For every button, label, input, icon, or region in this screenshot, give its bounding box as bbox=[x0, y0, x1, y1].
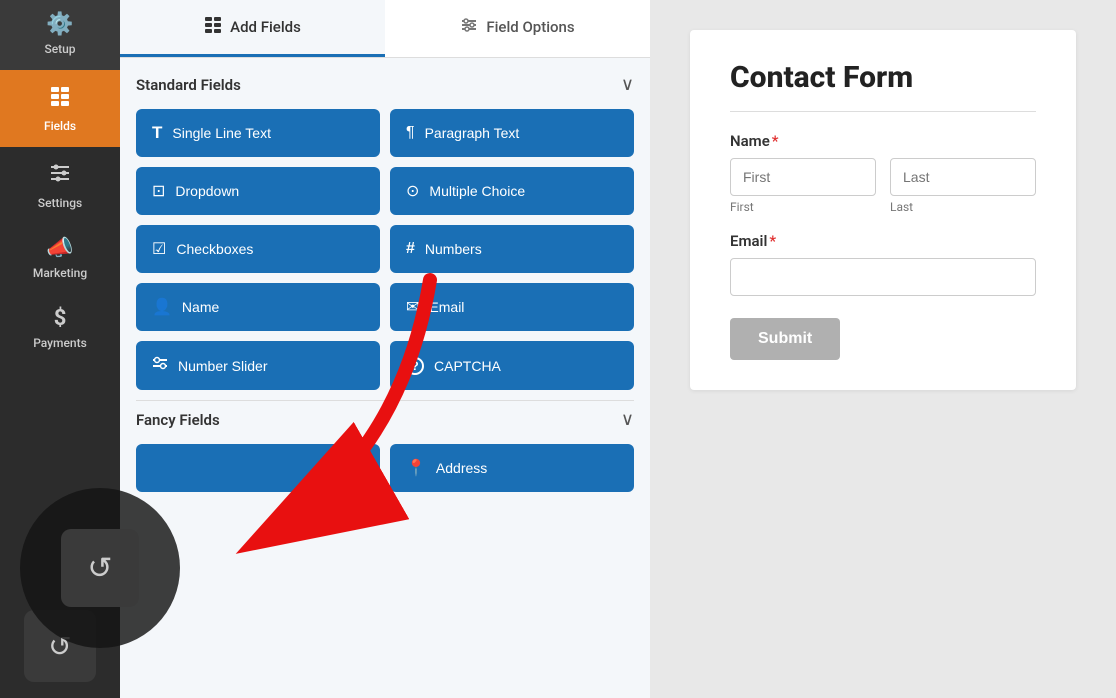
captcha-icon: ? bbox=[406, 357, 424, 375]
tab-field-options-label: Field Options bbox=[486, 18, 574, 36]
last-name-input[interactable] bbox=[890, 158, 1036, 196]
sidebar-item-fields[interactable]: Fields bbox=[0, 70, 120, 147]
field-btn-number-slider-label: Number Slider bbox=[178, 358, 267, 374]
sidebar-label-marketing: Marketing bbox=[33, 266, 87, 280]
field-btn-dropdown[interactable]: ⊡ Dropdown bbox=[136, 167, 380, 215]
form-title: Contact Form bbox=[730, 60, 1036, 95]
field-btn-numbers-label: Numbers bbox=[425, 241, 482, 257]
sidebar-label-payments: Payments bbox=[33, 336, 87, 350]
field-btn-address-label: Address bbox=[436, 460, 487, 476]
first-name-field: First bbox=[730, 158, 876, 214]
standard-fields-header: Standard Fields ∨ bbox=[136, 74, 634, 95]
fancy-fields-title: Fancy Fields bbox=[136, 411, 220, 429]
sidebar-item-payments[interactable]: $ Payments bbox=[0, 294, 120, 364]
address-icon: 📍 bbox=[406, 458, 426, 478]
history-button[interactable]: ↺ bbox=[24, 610, 96, 682]
fancy-fields-chevron[interactable]: ∨ bbox=[621, 409, 634, 430]
first-name-input[interactable] bbox=[730, 158, 876, 196]
sidebar-item-settings[interactable]: Settings bbox=[0, 147, 120, 224]
field-btn-email-label: Email bbox=[429, 299, 464, 315]
fancy-fields-section: Fancy Fields ∨ 📍 Address bbox=[136, 400, 634, 492]
tab-add-fields[interactable]: Add Fields bbox=[120, 0, 385, 57]
field-btn-captcha-label: CAPTCHA bbox=[434, 358, 501, 374]
field-btn-number-slider[interactable]: Number Slider bbox=[136, 341, 380, 390]
name-label: Name* bbox=[730, 132, 1036, 150]
field-btn-dropdown-label: Dropdown bbox=[175, 183, 239, 199]
last-name-field: Last bbox=[890, 158, 1036, 214]
last-sub-label: Last bbox=[890, 200, 1036, 214]
field-btn-address[interactable]: 📍 Address bbox=[390, 444, 634, 492]
tabs-header: Add Fields Field Options bbox=[120, 0, 650, 58]
name-icon: 👤 bbox=[152, 297, 172, 317]
form-card: Contact Form Name* First Last bbox=[690, 30, 1076, 390]
field-btn-single-line-text-label: Single Line Text bbox=[172, 125, 271, 141]
field-btn-checkboxes[interactable]: ☑ Checkboxes bbox=[136, 225, 380, 273]
field-btn-fancy-1[interactable] bbox=[136, 444, 380, 492]
field-btn-numbers[interactable]: # Numbers bbox=[390, 225, 634, 273]
multiple-choice-icon: ⊙ bbox=[406, 181, 419, 201]
email-label: Email* bbox=[730, 232, 1036, 250]
field-btn-single-line-text[interactable]: T Single Line Text bbox=[136, 109, 380, 157]
number-slider-icon bbox=[152, 355, 168, 376]
field-btn-paragraph-text-label: Paragraph Text bbox=[425, 125, 520, 141]
sidebar-bottom: ↺ bbox=[0, 594, 120, 698]
checkboxes-icon: ☑ bbox=[152, 239, 166, 259]
sidebar-label-setup: Setup bbox=[44, 42, 75, 56]
email-icon: ✉ bbox=[406, 297, 419, 317]
sidebar-item-setup[interactable]: ⚙️ Setup bbox=[0, 0, 120, 70]
field-btn-captcha[interactable]: ? CAPTCHA bbox=[390, 341, 634, 390]
panel-body: Standard Fields ∨ T Single Line Text ¶ P… bbox=[120, 58, 650, 698]
paragraph-text-icon: ¶ bbox=[406, 124, 415, 142]
field-btn-checkboxes-label: Checkboxes bbox=[176, 241, 253, 257]
sidebar-label-settings: Settings bbox=[38, 196, 82, 210]
email-input[interactable] bbox=[730, 258, 1036, 296]
right-panel: Contact Form Name* First Last bbox=[650, 0, 1116, 698]
standard-fields-title: Standard Fields bbox=[136, 76, 241, 94]
form-divider bbox=[730, 111, 1036, 112]
field-btn-multiple-choice-label: Multiple Choice bbox=[429, 183, 525, 199]
single-line-text-icon: T bbox=[152, 123, 162, 143]
form-group-email: Email* bbox=[730, 232, 1036, 296]
settings-icon bbox=[48, 161, 72, 190]
numbers-icon: # bbox=[406, 240, 415, 258]
standard-fields-chevron[interactable]: ∨ bbox=[621, 74, 634, 95]
marketing-icon: 📣 bbox=[46, 238, 73, 260]
tab-field-options[interactable]: Field Options bbox=[385, 0, 650, 57]
tab-add-fields-label: Add Fields bbox=[230, 18, 301, 36]
sidebar-label-fields: Fields bbox=[44, 119, 76, 133]
middle-panel: Add Fields Field Options Standard Fields… bbox=[120, 0, 650, 698]
field-btn-name[interactable]: 👤 Name bbox=[136, 283, 380, 331]
fancy-fields-header: Fancy Fields ∨ bbox=[136, 400, 634, 430]
history-icon: ↺ bbox=[48, 630, 71, 663]
field-btn-name-label: Name bbox=[182, 299, 219, 315]
name-required-star: * bbox=[772, 132, 779, 150]
sidebar-item-marketing[interactable]: 📣 Marketing bbox=[0, 224, 120, 294]
field-btn-paragraph-text[interactable]: ¶ Paragraph Text bbox=[390, 109, 634, 157]
fancy-fields-grid: 📍 Address bbox=[136, 444, 634, 492]
standard-fields-grid: T Single Line Text ¶ Paragraph Text ⊡ Dr… bbox=[136, 109, 634, 390]
field-btn-multiple-choice[interactable]: ⊙ Multiple Choice bbox=[390, 167, 634, 215]
dropdown-icon: ⊡ bbox=[152, 181, 165, 201]
fields-icon bbox=[48, 84, 72, 113]
payments-icon: $ bbox=[54, 308, 67, 330]
first-sub-label: First bbox=[730, 200, 876, 214]
email-required-star: * bbox=[769, 232, 776, 250]
gear-icon: ⚙️ bbox=[46, 14, 73, 36]
form-group-name: Name* First Last bbox=[730, 132, 1036, 214]
submit-button[interactable]: Submit bbox=[730, 318, 840, 360]
add-fields-tab-icon bbox=[204, 16, 222, 38]
field-options-tab-icon bbox=[460, 16, 478, 38]
name-row: First Last bbox=[730, 158, 1036, 214]
field-btn-email[interactable]: ✉ Email bbox=[390, 283, 634, 331]
sidebar: ⚙️ Setup Fields Settings 📣 Marketing $ P… bbox=[0, 0, 120, 698]
